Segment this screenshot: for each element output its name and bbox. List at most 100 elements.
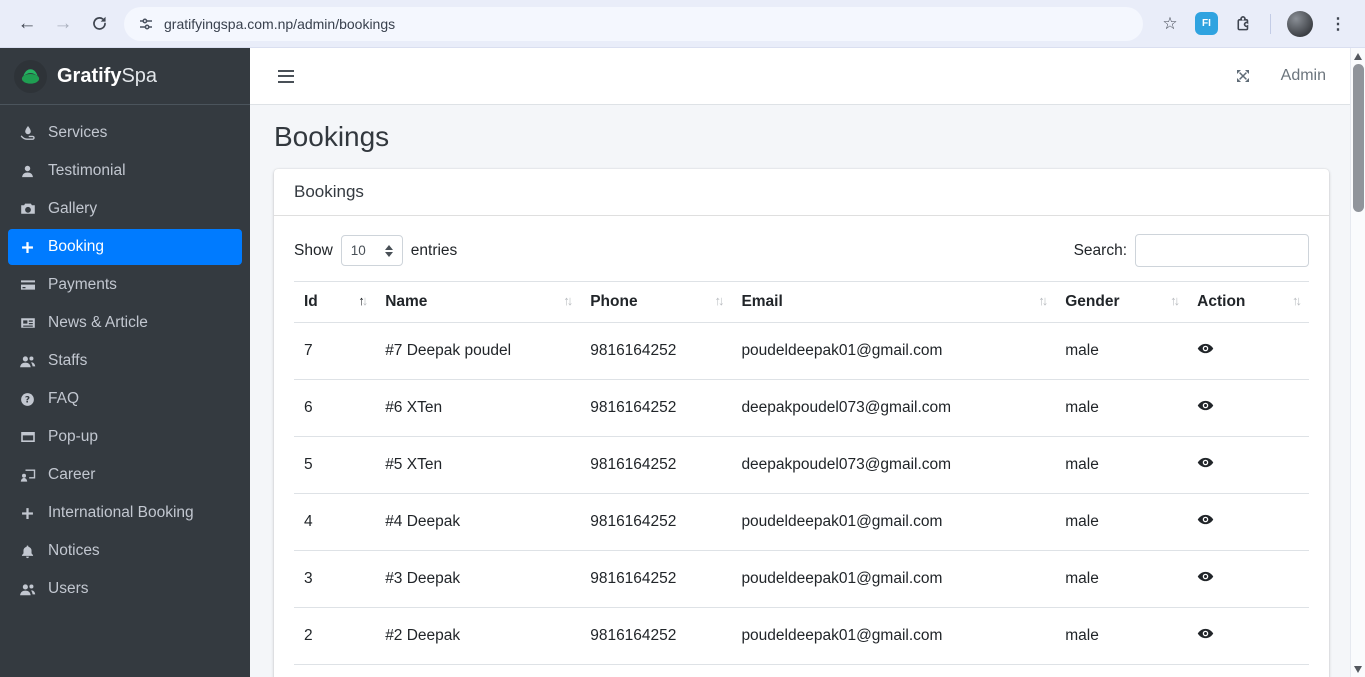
- newspaper-icon: [16, 315, 39, 331]
- sidebar-item-faq[interactable]: ? FAQ: [8, 381, 242, 417]
- sidebar-item-testimonial[interactable]: Testimonial: [8, 153, 242, 189]
- bookings-card: Bookings Show 10 entries Search: Id ↑↓ N…: [274, 169, 1329, 677]
- sort-icon: ↑↓: [1292, 293, 1302, 308]
- credit-card-icon: [16, 277, 39, 293]
- cell-email: poudeldeepak01@gmail.com: [731, 493, 1056, 551]
- cell-phone: 9816164252: [580, 436, 732, 494]
- svg-text:?: ?: [25, 395, 30, 405]
- eye-icon: [1197, 457, 1214, 468]
- column-header-action[interactable]: Action ↑↓: [1187, 281, 1309, 323]
- column-header-name[interactable]: Name ↑↓: [375, 281, 581, 323]
- cell-phone: 9816164252: [580, 493, 732, 551]
- sidebar-item-services[interactable]: Services: [8, 115, 242, 151]
- sidebar-item-international-booking[interactable]: International Booking: [8, 495, 242, 531]
- page-length-select[interactable]: 10: [340, 235, 403, 266]
- sidebar-item-gallery[interactable]: Gallery: [8, 191, 242, 227]
- cell-name: #4 Deepak: [375, 493, 581, 551]
- cell-phone: 9816164252: [580, 550, 732, 608]
- plus-icon: [16, 240, 39, 255]
- fullscreen-button[interactable]: [1235, 68, 1251, 84]
- eye-icon: [1197, 400, 1214, 411]
- window-icon: [16, 429, 39, 445]
- brand-link[interactable]: GratifySpa: [0, 48, 250, 105]
- sidebar-item-label: Booking: [48, 238, 105, 255]
- bell-icon: [16, 544, 39, 559]
- profile-avatar[interactable]: [1287, 10, 1313, 37]
- eye-icon: [1197, 343, 1214, 354]
- reload-icon: [92, 16, 106, 30]
- fi-extension-button[interactable]: FI: [1195, 12, 1218, 35]
- camera-icon: [16, 201, 39, 217]
- page-scrollbar[interactable]: [1350, 48, 1365, 677]
- sidebar-item-label: Services: [48, 124, 108, 141]
- sidebar: GratifySpa Services Testimonial Gallery …: [0, 48, 250, 677]
- view-booking-button[interactable]: [1197, 511, 1214, 528]
- view-booking-button[interactable]: [1197, 568, 1214, 585]
- column-header-phone[interactable]: Phone ↑↓: [580, 281, 732, 323]
- sort-icon: ↑↓: [358, 293, 368, 308]
- bookmark-star-button[interactable]: ☆: [1153, 7, 1187, 41]
- cell-email: poudeldeepak01@gmail.com: [731, 322, 1056, 380]
- select-arrows-icon: [384, 244, 393, 257]
- back-button[interactable]: ←: [10, 7, 44, 41]
- cell-id: 7: [294, 322, 376, 380]
- site-info-icon[interactable]: [138, 16, 154, 32]
- scrollbar-thumb[interactable]: [1353, 64, 1364, 212]
- sidebar-item-label: Gallery: [48, 200, 98, 217]
- sidebar-item-payments[interactable]: Payments: [8, 267, 242, 303]
- browser-menu-button[interactable]: ⋮: [1321, 7, 1355, 41]
- address-bar[interactable]: gratifyingspa.com.np/admin/bookings: [124, 6, 1143, 41]
- view-booking-button[interactable]: [1197, 625, 1214, 642]
- page-title: Bookings: [274, 121, 390, 152]
- page-length-value: 10: [350, 243, 366, 258]
- cell-name: #2 Deepak: [375, 607, 581, 665]
- sidebar-item-news-article[interactable]: News & Article: [8, 305, 242, 341]
- sidebar-item-booking[interactable]: Booking: [8, 229, 242, 265]
- scroll-down-arrow-icon[interactable]: [1354, 666, 1362, 673]
- cell-gender: male: [1055, 436, 1188, 494]
- sidebar-item-staffs[interactable]: Staffs: [8, 343, 242, 379]
- search-input[interactable]: [1135, 234, 1309, 267]
- cell-phone: 9816164252: [580, 322, 732, 380]
- page-length-control: Show 10 entries: [294, 235, 457, 266]
- column-header-id[interactable]: Id ↑↓: [294, 281, 376, 323]
- sidebar-item-users[interactable]: Users: [8, 571, 242, 607]
- plus-icon: [16, 506, 39, 521]
- sidebar-toggle-button[interactable]: [274, 66, 298, 87]
- sidebar-item-notices[interactable]: Notices: [8, 533, 242, 569]
- cell-phone: 9816164252: [580, 607, 732, 665]
- view-booking-button[interactable]: [1197, 397, 1214, 414]
- admin-menu[interactable]: Admin: [1281, 67, 1326, 85]
- cell-gender: male: [1055, 322, 1188, 380]
- cell-id: 5: [294, 436, 376, 494]
- sort-icon: ↑↓: [714, 293, 724, 308]
- sidebar-item-label: Payments: [48, 276, 117, 293]
- view-booking-button[interactable]: [1197, 454, 1214, 471]
- show-label: Show: [294, 241, 333, 259]
- user-icon: [16, 164, 39, 179]
- forward-button[interactable]: →: [46, 7, 80, 41]
- reload-button[interactable]: [82, 7, 116, 41]
- cell-name: #3 Deepak: [375, 550, 581, 608]
- sidebar-item-popup[interactable]: Pop-up: [8, 419, 242, 455]
- expand-arrows-icon: [1236, 70, 1249, 82]
- sidebar-item-label: Staffs: [48, 352, 88, 369]
- view-booking-button[interactable]: [1197, 340, 1214, 357]
- sidebar-nav: Services Testimonial Gallery Booking Pay…: [0, 105, 250, 617]
- scroll-up-arrow-icon[interactable]: [1354, 53, 1362, 60]
- sidebar-item-label: Notices: [48, 542, 100, 559]
- sidebar-item-label: Users: [48, 580, 89, 597]
- sort-icon: ↑↓: [1038, 293, 1048, 308]
- cell-name: #5 XTen: [375, 436, 581, 494]
- sidebar-item-label: Pop-up: [48, 428, 98, 445]
- cell-email: poudeldeepak01@gmail.com: [731, 607, 1056, 665]
- cell-gender: male: [1055, 379, 1188, 437]
- column-header-gender[interactable]: Gender ↑↓: [1055, 281, 1188, 323]
- cell-email: poudeldeepak01@gmail.com: [731, 550, 1056, 608]
- sidebar-item-label: International Booking: [48, 504, 194, 521]
- cell-gender: male: [1055, 607, 1188, 665]
- extensions-button[interactable]: [1226, 7, 1260, 41]
- column-header-email[interactable]: Email ↑↓: [731, 281, 1056, 323]
- cell-gender: male: [1055, 493, 1188, 551]
- sidebar-item-career[interactable]: Career: [8, 457, 242, 493]
